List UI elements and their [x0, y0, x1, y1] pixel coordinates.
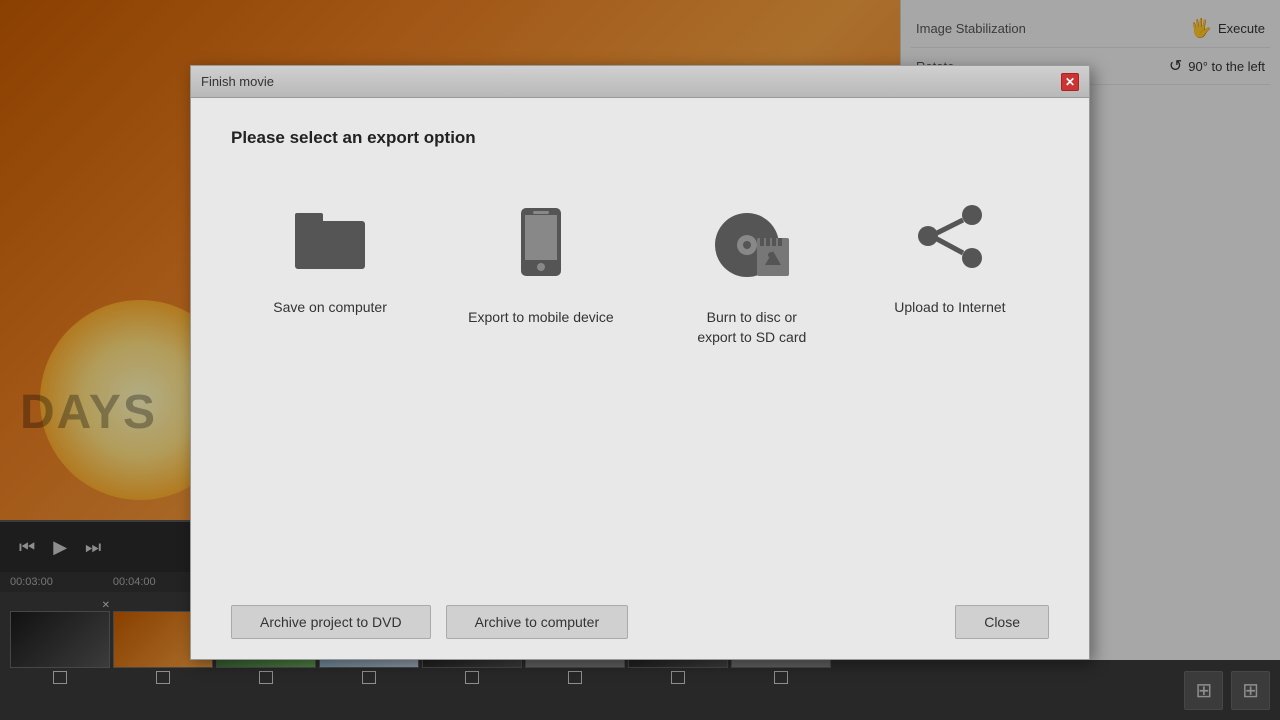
dialog-heading: Please select an export option [231, 128, 1049, 148]
upload-internet-label: Upload to Internet [894, 298, 1005, 318]
export-options: Save on computer Export to mobile device [231, 188, 1049, 570]
dialog-close-button[interactable]: ✕ [1061, 73, 1079, 91]
export-option-save-computer[interactable]: Save on computer [250, 188, 410, 333]
export-option-mobile[interactable]: Export to mobile device [448, 188, 634, 343]
mobile-icon [511, 203, 571, 293]
share-icon [910, 203, 990, 283]
export-option-upload[interactable]: Upload to Internet [870, 188, 1030, 333]
dialog-footer: Archive project to DVD Archive to comput… [191, 590, 1089, 659]
dialog-title: Finish movie [201, 74, 274, 89]
disc-icon [707, 203, 797, 293]
archive-computer-button[interactable]: Archive to computer [446, 605, 629, 639]
footer-left-buttons: Archive project to DVD Archive to comput… [231, 605, 628, 639]
finish-movie-dialog: Finish movie ✕ Please select an export o… [190, 65, 1090, 660]
export-mobile-label: Export to mobile device [468, 308, 614, 328]
save-computer-label: Save on computer [273, 298, 387, 318]
burn-disc-label: Burn to disc orexport to SD card [697, 308, 806, 347]
folder-icon [290, 203, 370, 283]
dialog-titlebar: Finish movie ✕ [191, 66, 1089, 98]
dialog-body: Please select an export option Save on c… [191, 98, 1089, 590]
export-option-disc[interactable]: Burn to disc orexport to SD card [672, 188, 832, 362]
archive-dvd-button[interactable]: Archive project to DVD [231, 605, 431, 639]
close-button[interactable]: Close [955, 605, 1049, 639]
